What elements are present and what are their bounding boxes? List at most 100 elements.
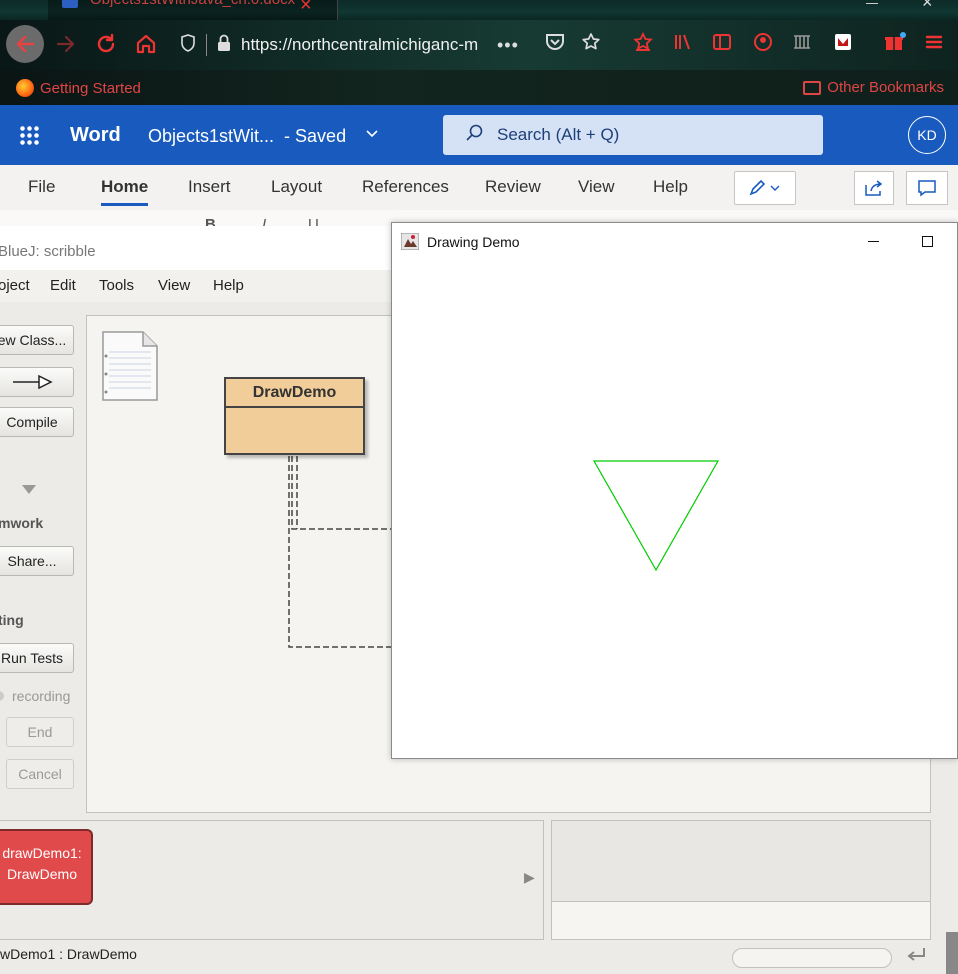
object-instance[interactable]: drawDemo1: DrawDemo (0, 829, 93, 905)
teamwork-label: mwork (0, 515, 44, 531)
library-icon[interactable] (673, 32, 693, 57)
forward-arrow-icon[interactable] (48, 26, 84, 62)
url-divider (206, 34, 207, 56)
tab-home[interactable]: Home (101, 177, 149, 206)
menu-edit[interactable]: Edit (50, 277, 76, 294)
code-pad-input[interactable] (552, 901, 930, 939)
page-actions-icon[interactable]: ••• (497, 35, 519, 56)
class-name: DrawDemo (226, 379, 363, 408)
bookmark-star-icon[interactable] (633, 31, 653, 57)
save-status: - Saved (284, 126, 347, 146)
bookmark-label: Getting Started (40, 79, 141, 97)
minimize-icon[interactable] (862, 230, 884, 252)
drawing-canvas (592, 460, 720, 572)
lock-icon[interactable] (217, 34, 231, 57)
bookmark-getting-started[interactable]: Getting Started (16, 79, 141, 97)
share-button[interactable]: Share... (0, 546, 74, 576)
bookmarks-toolbar: Getting Started Other Bookmarks (0, 70, 958, 105)
recording-label: recording (12, 688, 71, 704)
bookmark-other[interactable]: Other Bookmarks (803, 79, 944, 96)
pocket-icon[interactable] (545, 32, 565, 57)
green-triangle (592, 460, 720, 572)
demo-title-bar[interactable]: Drawing Demo (392, 223, 957, 259)
status-bar-text: wDemo1 : DrawDemo (0, 946, 137, 962)
app-launcher-icon[interactable] (19, 125, 39, 145)
app-name[interactable]: Word (70, 124, 121, 147)
scrollbar[interactable] (946, 932, 958, 974)
compile-button[interactable]: Compile (0, 407, 74, 437)
sidebar-icon[interactable] (712, 32, 732, 57)
java-app-icon (400, 232, 420, 251)
tab-layout[interactable]: Layout (271, 177, 322, 197)
inheritance-arrow-icon (13, 375, 53, 389)
chevron-down-icon[interactable] (366, 125, 378, 141)
menu-hamburger-icon[interactable] (924, 32, 944, 57)
window-title: BlueJ: scribble (0, 243, 96, 260)
doc-name: Objects1stWit... (148, 126, 275, 146)
back-arrow-icon[interactable] (6, 25, 44, 63)
recording-indicator: recording (0, 688, 70, 704)
comment-icon[interactable] (906, 171, 948, 205)
shield-icon[interactable] (180, 33, 196, 57)
menu-view[interactable]: View (158, 277, 190, 294)
underline-button[interactable]: U (308, 216, 319, 226)
class-box-drawdemo[interactable]: DrawDemo (224, 377, 365, 455)
progress-bar (732, 948, 892, 968)
cancel-button[interactable]: Cancel (6, 759, 74, 789)
end-button[interactable]: End (6, 717, 74, 747)
object-bench: drawDemo1: DrawDemo ▶ (0, 820, 544, 940)
avatar[interactable]: KD (908, 116, 946, 154)
tab-title[interactable]: Objects1stWithJava_ch.0.docx (90, 0, 295, 8)
share-icon[interactable] (854, 171, 894, 205)
bold-button[interactable]: B (205, 216, 216, 226)
tab-references[interactable]: References (362, 177, 449, 197)
inheritance-arrow-button[interactable] (0, 367, 74, 397)
menu-project[interactable]: oject (0, 277, 30, 294)
tab-file[interactable]: File (28, 177, 55, 197)
word-header: Word Objects1stWit... - Saved Search (Al… (0, 105, 958, 165)
bookmark-label: Other Bookmarks (827, 79, 944, 96)
maximize-icon[interactable] (916, 230, 938, 252)
document-title[interactable]: Objects1stWit... - Saved (148, 126, 346, 147)
star-icon[interactable] (581, 32, 601, 57)
code-pad (551, 820, 931, 940)
readme-document-icon[interactable] (101, 330, 158, 401)
reset-machine-icon[interactable] (904, 946, 928, 972)
menu-help[interactable]: Help (213, 277, 244, 294)
window-close-icon[interactable]: × (922, 0, 933, 13)
drawing-demo-window: Drawing Demo (391, 222, 958, 759)
collapse-triangle-icon[interactable] (22, 482, 36, 500)
browser-nav-bar: https://northcentralmichiganc-m ••• (0, 20, 958, 70)
gift-icon[interactable] (884, 32, 906, 57)
new-class-button[interactable]: ew Class... (0, 325, 74, 355)
tab-review[interactable]: Review (485, 177, 541, 197)
browser-tab-strip: Objects1stWithJava_ch.0.docx × × (0, 0, 958, 20)
editing-mode-button[interactable] (734, 171, 796, 205)
bench-scroll-right-icon[interactable]: ▶ (524, 869, 535, 886)
reload-icon[interactable] (88, 26, 124, 62)
object-name: drawDemo1: (2, 845, 82, 861)
url-text[interactable]: https://northcentralmichiganc-m (241, 35, 491, 55)
account-icon[interactable] (753, 32, 773, 57)
firefox-logo-icon (16, 79, 34, 97)
object-type: DrawDemo (6, 866, 77, 882)
menu-tools[interactable]: Tools (99, 277, 134, 294)
run-tests-button[interactable]: Run Tests (0, 643, 74, 673)
italic-button[interactable]: I (262, 216, 266, 226)
recording-dot-icon (0, 691, 4, 701)
window-title: Drawing Demo (427, 234, 520, 250)
tab-close-icon[interactable]: × (300, 0, 312, 17)
tab-insert[interactable]: Insert (188, 177, 231, 197)
search-icon (465, 124, 483, 147)
search-box[interactable]: Search (Alt + Q) (443, 115, 823, 155)
mcafee-shield-icon[interactable] (833, 32, 853, 57)
home-icon[interactable] (128, 26, 164, 62)
minimize-icon[interactable] (866, 0, 878, 4)
testing-label: ting (0, 612, 24, 628)
tab-help[interactable]: Help (653, 177, 688, 197)
word-ribbon-tabs: File Home Insert Layout References Revie… (0, 165, 958, 210)
search-placeholder: Search (Alt + Q) (497, 125, 620, 144)
folder-icon (803, 80, 822, 95)
extension-grid-icon[interactable] (792, 32, 812, 57)
tab-view[interactable]: View (578, 177, 615, 197)
